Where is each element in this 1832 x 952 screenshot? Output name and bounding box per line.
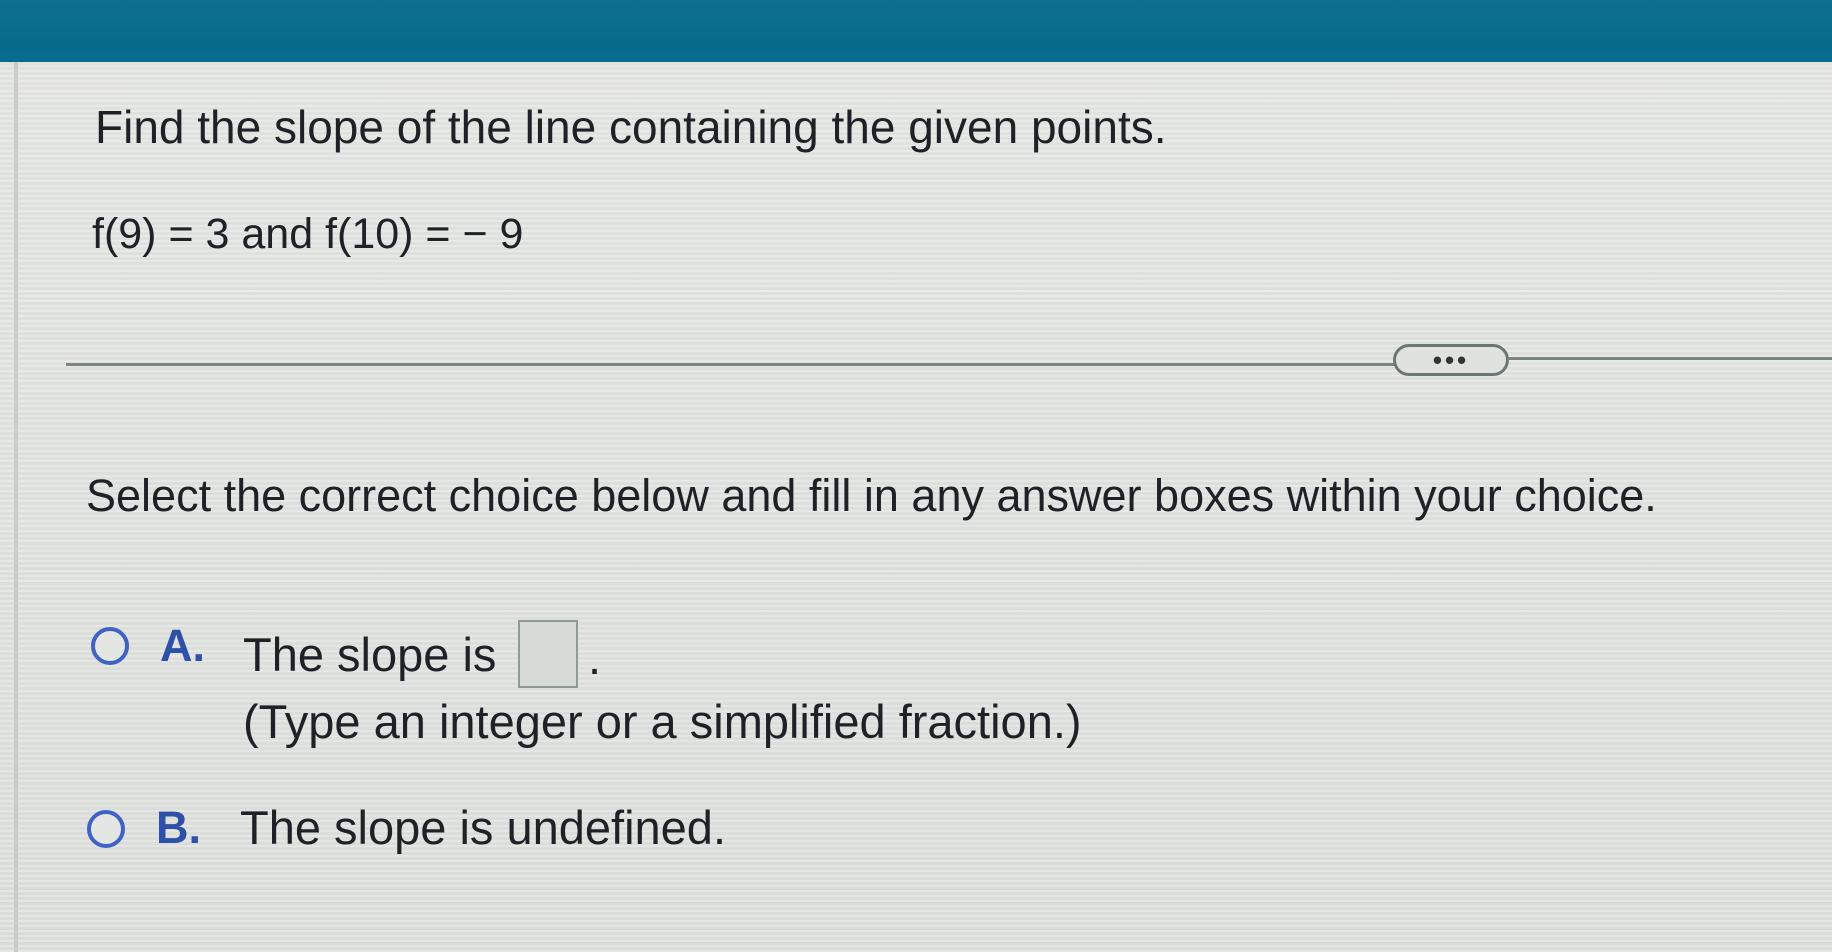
given-points: f(9) = 3 and f(10) = − 9 — [92, 210, 524, 258]
choice-b-text[interactable]: The slope is undefined. — [240, 800, 726, 855]
question-title: Find the slope of the line containing th… — [95, 101, 1167, 153]
instructions-text: Select the correct choice below and fill… — [86, 470, 1657, 521]
section-divider-right — [1508, 357, 1832, 360]
choice-a-letter[interactable]: A. — [160, 620, 205, 672]
choice-a-hint: (Type an integer or a simplified fractio… — [243, 695, 1082, 748]
choice-a-period: . — [588, 631, 602, 684]
choice-a-radio[interactable] — [91, 627, 129, 665]
slope-answer-input[interactable] — [518, 620, 578, 688]
choice-b-radio[interactable] — [87, 810, 125, 848]
section-divider-left — [66, 363, 1396, 366]
more-options-button[interactable]: ••• — [1393, 344, 1509, 376]
top-header-bar — [0, 0, 1832, 64]
panel-left-border — [14, 62, 18, 952]
choice-b-letter[interactable]: B. — [156, 802, 201, 854]
choice-a-text[interactable]: The slope is — [243, 627, 496, 682]
